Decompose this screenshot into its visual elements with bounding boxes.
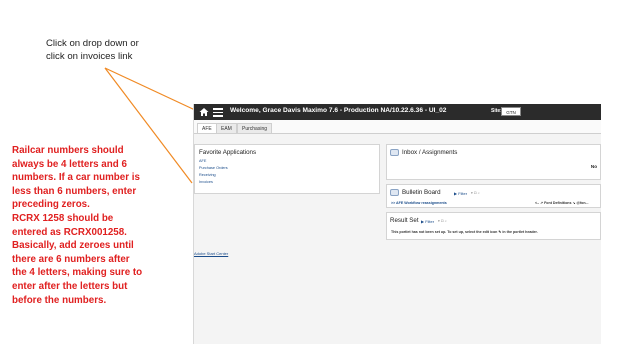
fav-link-purchase-orders[interactable]: Purchase Orders bbox=[199, 166, 228, 170]
tab-eam[interactable]: EAM bbox=[216, 123, 237, 133]
note-line: always be 4 letters and 6 bbox=[12, 158, 127, 170]
result-set-title: Result Set bbox=[390, 217, 419, 224]
note-line: entered as RCRX001258. bbox=[12, 226, 127, 238]
tab-purchasing[interactable]: Purchasing bbox=[237, 123, 273, 133]
menu-dropdown-icon[interactable] bbox=[213, 108, 223, 117]
note-line: Railcar numbers should bbox=[12, 145, 124, 156]
edit-icon: ✎ bbox=[498, 230, 502, 234]
welcome-title: Welcome, Grace Davis Maximo 7.6 - Produc… bbox=[230, 107, 447, 114]
home-icon[interactable] bbox=[199, 107, 209, 117]
inbox-column-no: No bbox=[590, 164, 597, 169]
note-line: less than 6 numbers, enter bbox=[12, 185, 137, 197]
favorites-title: Favorite Applications bbox=[199, 149, 257, 156]
bulletin-title: Bulletin Board bbox=[402, 189, 441, 196]
note-line: the 4 letters, making sure to bbox=[12, 267, 143, 279]
fav-link-receiving[interactable]: Receiving bbox=[199, 173, 216, 177]
inbox-title: Inbox / Assignments bbox=[402, 149, 458, 156]
note-line: RCRX 1258 should be bbox=[12, 212, 114, 224]
start-center-tabs: AFE EAM Purchasing bbox=[194, 120, 601, 134]
callout-line: click on invoices link bbox=[46, 51, 133, 62]
top-bar: Welcome, Grace Davis Maximo 7.6 - Produc… bbox=[194, 104, 601, 120]
result-set-panel: Result Set ▶ Filter ▾ ⊡ ⌕ This portlet h… bbox=[386, 212, 601, 240]
bulletin-filter-link[interactable]: ▶ Filter bbox=[454, 191, 467, 196]
inbox-panel: Inbox / Assignments No bbox=[386, 144, 601, 180]
result-set-message-text: This portlet has not been set up. To set… bbox=[391, 230, 498, 234]
bulletin-icon bbox=[390, 189, 399, 196]
bulletin-board-panel: Bulletin Board ▶ Filter ▾ ⊡ ⌕ >> AFE Wor… bbox=[386, 184, 601, 208]
bulletin-filter-label: Filter bbox=[458, 191, 468, 196]
result-set-message-tail: in the portlet header. bbox=[502, 230, 538, 234]
bulletin-tool-icons[interactable]: ▾ ⊡ ⌕ bbox=[471, 191, 480, 195]
note-line: before the numbers. bbox=[12, 294, 107, 306]
note-line: Basically, add zeroes until bbox=[12, 240, 134, 252]
callout-line: Click on drop down or bbox=[46, 38, 139, 49]
result-filter-link[interactable]: ▶ Filter bbox=[421, 219, 434, 224]
callout-text: Click on drop down or click on invoices … bbox=[46, 37, 186, 63]
result-set-message: This portlet has not been set up. To set… bbox=[391, 230, 538, 234]
site-select[interactable]: GTN bbox=[501, 107, 521, 116]
inbox-icon bbox=[390, 149, 399, 156]
result-tool-icons[interactable]: ▾ ⊡ ⌕ bbox=[438, 219, 447, 223]
note-line: there are 6 numbers after bbox=[12, 253, 130, 265]
favorite-applications-panel: Favorite Applications AFE Purchase Order… bbox=[194, 144, 380, 194]
tab-afe[interactable]: AFE bbox=[197, 123, 217, 133]
maximo-app-screenshot: Welcome, Grace Davis Maximo 7.6 - Produc… bbox=[193, 104, 601, 344]
fav-link-invoices[interactable]: Invoices bbox=[199, 180, 213, 184]
fav-link-afe[interactable]: AFE bbox=[199, 159, 206, 163]
note-line: numbers. If a car number is bbox=[12, 172, 140, 184]
start-center-link[interactable]: Adobe Start Center bbox=[194, 251, 228, 256]
note-line: enter after the letters but bbox=[12, 280, 128, 292]
bulletin-row-left[interactable]: >> AFE Workflow reassignments bbox=[391, 201, 447, 205]
railcar-note: Railcar numbers should always be 4 lette… bbox=[12, 144, 184, 307]
bulletin-row-right: <– ↗ Font Definitions ↘ @fon... bbox=[535, 201, 589, 205]
result-filter-label: Filter bbox=[425, 219, 435, 224]
note-line: preceding zeros. bbox=[12, 199, 90, 211]
